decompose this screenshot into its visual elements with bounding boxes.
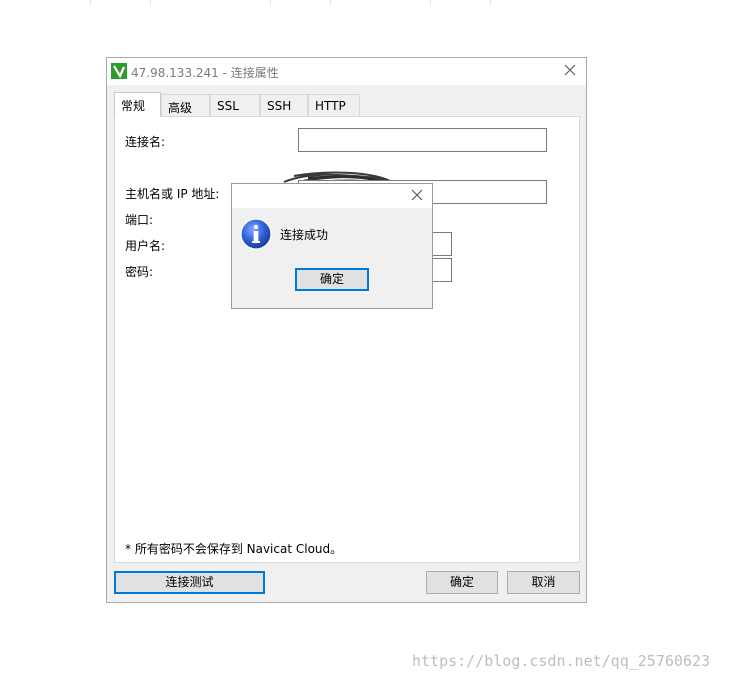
message-ok-button[interactable]: 确定 <box>295 268 369 291</box>
background-top-marks <box>0 0 754 6</box>
tab-general[interactable]: 常规 <box>114 92 161 117</box>
username-label: 用户名: <box>125 239 166 253</box>
tab-ssl[interactable]: SSL <box>210 94 260 116</box>
connection-name-input[interactable] <box>298 128 547 152</box>
tab-label: SSH <box>267 99 292 113</box>
ok-button[interactable]: 确定 <box>426 571 498 594</box>
tab-advanced[interactable]: 高级 <box>161 94 210 116</box>
success-message-box: 连接成功 确定 <box>231 183 433 309</box>
watermark-url: https://blog.csdn.net/qq_25760623 <box>412 652 711 670</box>
host-label: 主机名或 IP 地址: <box>125 187 220 201</box>
message-titlebar <box>232 184 432 208</box>
navicat-icon <box>111 63 127 79</box>
close-icon[interactable] <box>410 188 424 202</box>
port-label: 端口: <box>125 213 154 227</box>
message-text: 连接成功 <box>280 228 329 242</box>
cloud-password-note: * 所有密码不会保存到 Navicat Cloud。 <box>125 542 343 556</box>
connection-properties-dialog: 47.98.133.241 - 连接属性 常规 高级 SSL SSH HTTP … <box>106 57 587 603</box>
dialog-title: 47.98.133.241 - 连接属性 <box>131 66 279 80</box>
tab-label: SSL <box>217 99 239 113</box>
close-icon[interactable] <box>562 62 578 78</box>
test-connection-button[interactable]: 连接测试 <box>114 571 265 594</box>
tab-label: 常规 <box>121 99 146 113</box>
cancel-button[interactable]: 取消 <box>507 571 580 594</box>
tab-ssh[interactable]: SSH <box>260 94 308 116</box>
connection-name-label: 连接名: <box>125 135 166 149</box>
info-icon <box>240 218 272 250</box>
tab-http[interactable]: HTTP <box>308 94 360 116</box>
tab-label: 高级 <box>168 101 193 115</box>
tab-label: HTTP <box>315 99 346 113</box>
password-label: 密码: <box>125 265 154 279</box>
dialog-titlebar: 47.98.133.241 - 连接属性 <box>107 58 586 85</box>
